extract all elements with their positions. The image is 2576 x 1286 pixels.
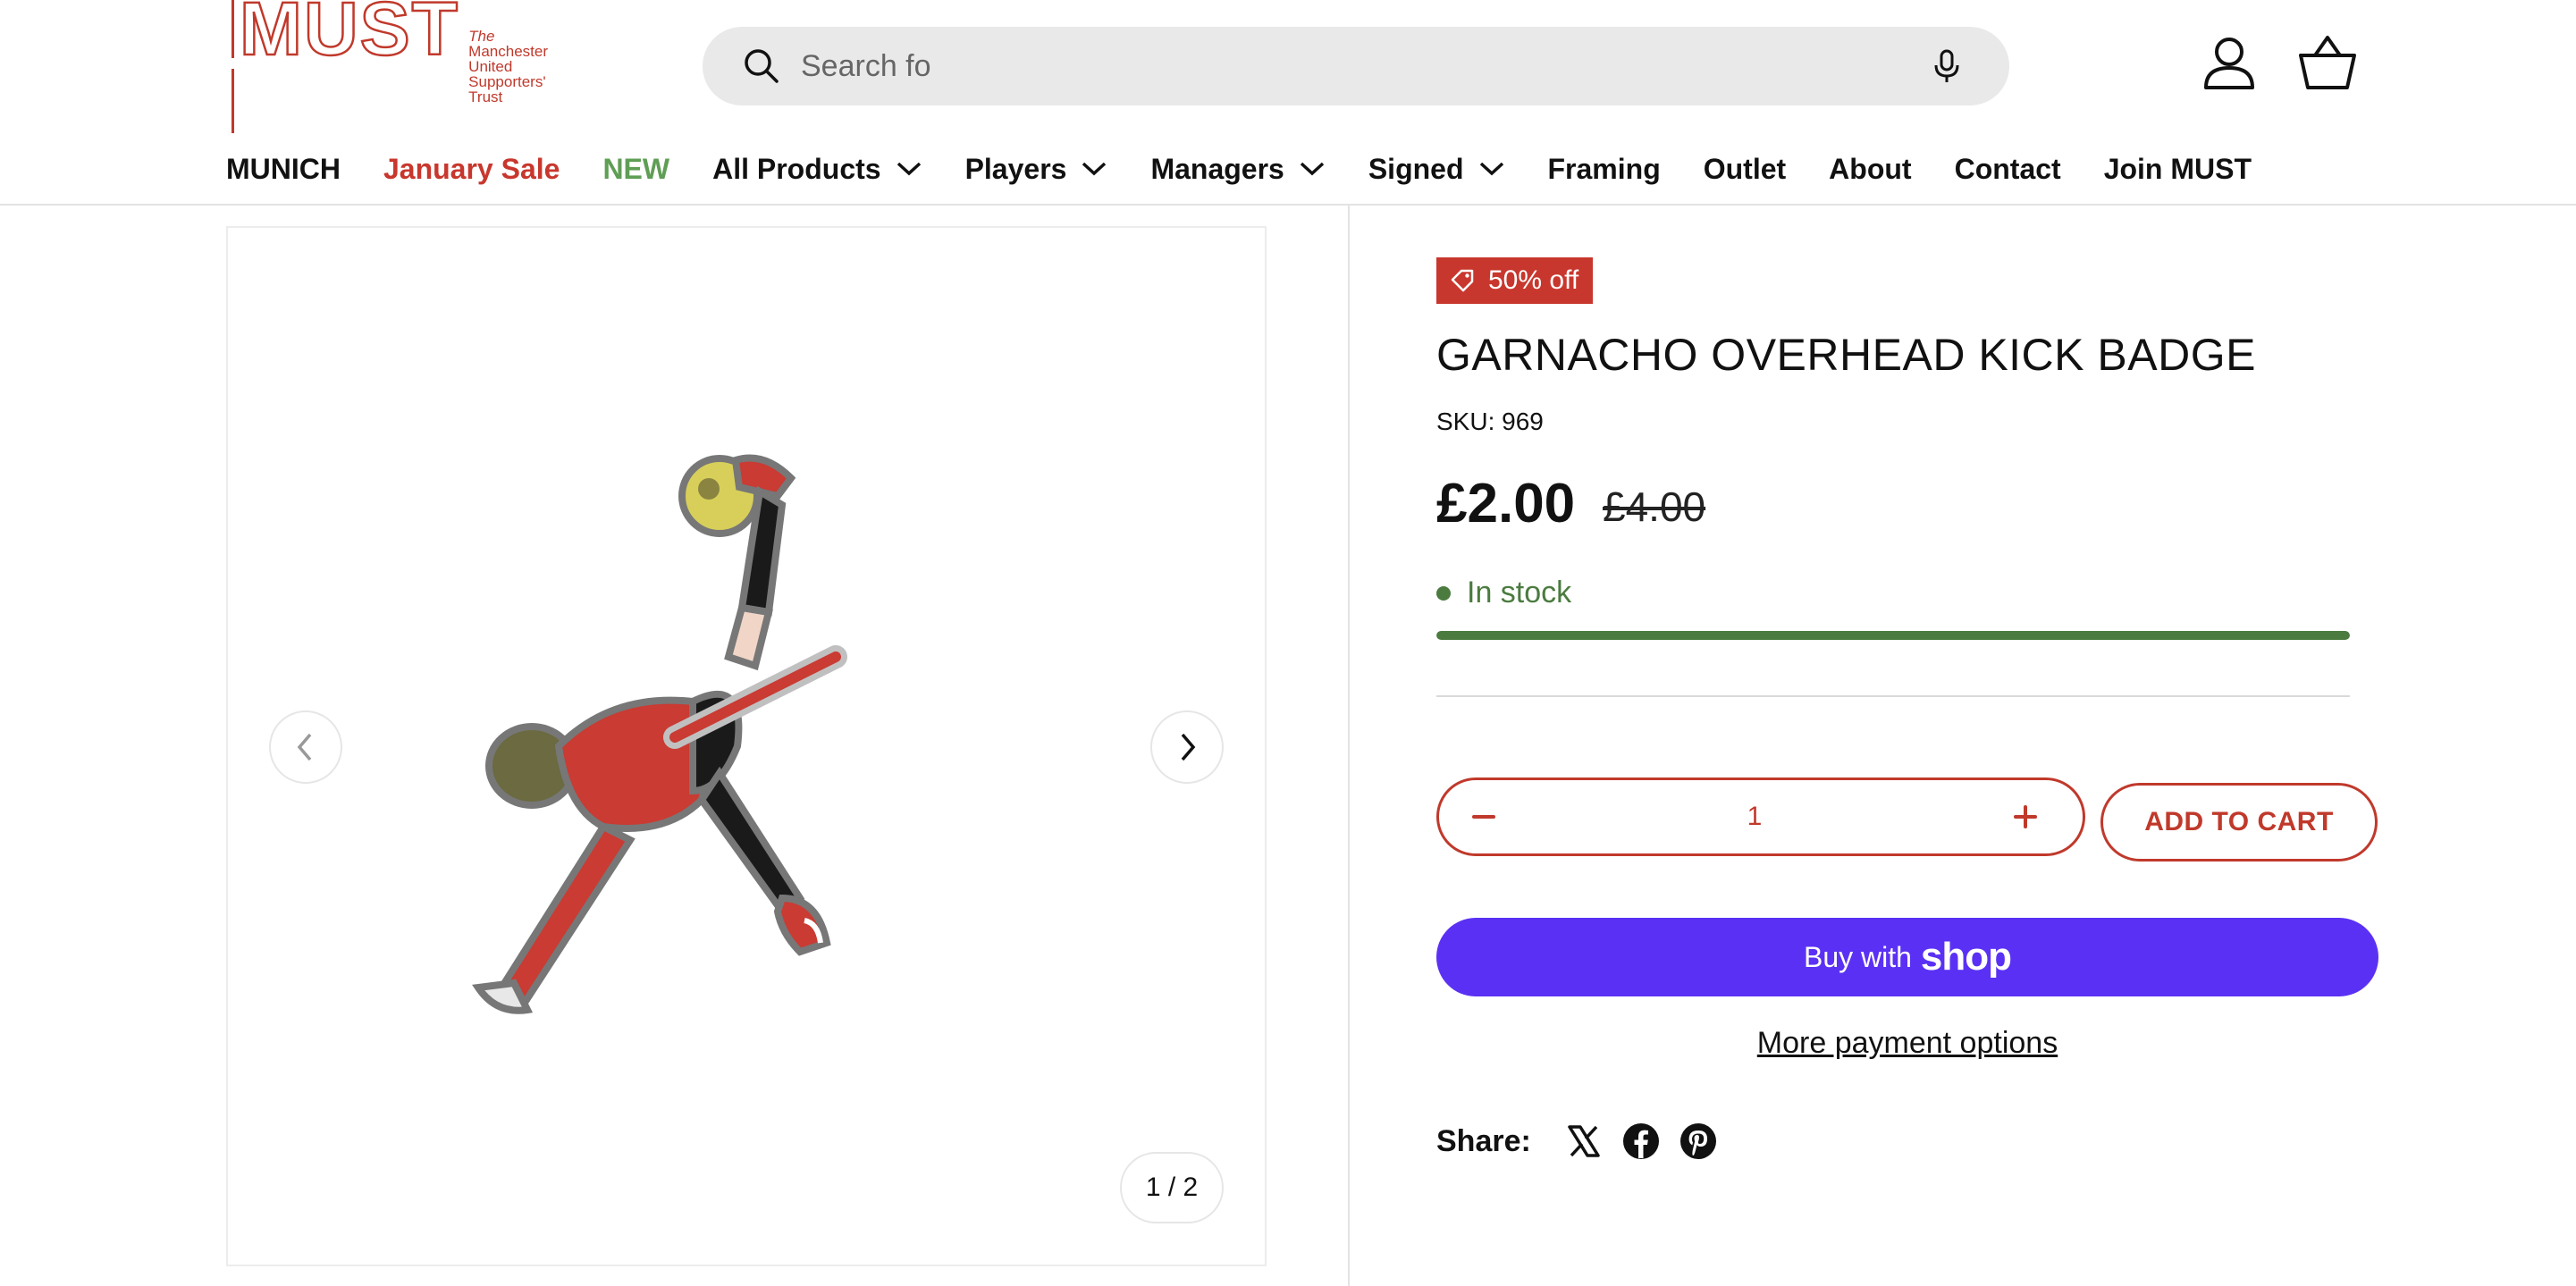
logo-subtitle: The Manchester United Supporters' Trust — [468, 27, 548, 105]
stock-level-fill — [1436, 631, 2350, 640]
account-icon[interactable] — [2199, 32, 2260, 93]
plus-icon — [2014, 805, 2037, 828]
divider — [1436, 695, 2350, 697]
nav-item-contact[interactable]: Contact — [1955, 153, 2061, 186]
more-payment-options-link[interactable]: More payment options — [1436, 1026, 2378, 1061]
chevron-down-icon — [1300, 162, 1325, 176]
shop-pay-button[interactable]: Buy with shop — [1436, 918, 2378, 996]
product-title: GARNACHO OVERHEAD KICK BADGE — [1436, 330, 2256, 380]
nav-item-new[interactable]: NEW — [602, 153, 669, 186]
quantity-stepper: 1 — [1436, 777, 2085, 856]
nav-item-all-products[interactable]: All Products — [712, 153, 922, 186]
minus-icon — [1472, 815, 1495, 819]
share-label: Share: — [1436, 1123, 1531, 1158]
site-header: MUST The Manchester United Supporters' T… — [0, 0, 2576, 206]
chevron-down-icon — [1479, 162, 1503, 176]
add-to-cart-button[interactable]: ADD TO CART — [2100, 783, 2378, 862]
main-nav: MUNICH January Sale NEW All Products Pla… — [226, 147, 2294, 191]
basket-icon[interactable] — [2297, 32, 2358, 93]
stock-level-bar — [1436, 631, 2350, 640]
must-logo[interactable]: MUST The Manchester United Supporters' T… — [226, 0, 548, 133]
search-bar — [703, 27, 2009, 105]
quantity-increase-button[interactable] — [2008, 799, 2043, 835]
nav-item-outlet[interactable]: Outlet — [1704, 153, 1786, 186]
gallery-counter: 1 / 2 — [1120, 1152, 1224, 1223]
microphone-icon[interactable] — [1929, 48, 1965, 84]
chevron-down-icon — [1082, 162, 1107, 176]
facebook-icon[interactable] — [1622, 1122, 1660, 1160]
nav-item-january-sale[interactable]: January Sale — [383, 153, 560, 186]
chevron-right-icon — [1181, 733, 1196, 761]
nav-item-players[interactable]: Players — [965, 153, 1108, 186]
nav-item-framing[interactable]: Framing — [1548, 153, 1661, 186]
nav-item-about[interactable]: About — [1829, 153, 1911, 186]
product-image-garnacho-badge[interactable] — [425, 433, 961, 1041]
product-gallery: 1 / 2 — [226, 226, 1267, 1266]
logo-mark: MUST — [226, 0, 459, 141]
search-input[interactable] — [799, 43, 1890, 89]
chevron-down-icon — [897, 162, 921, 176]
search-icon[interactable] — [742, 46, 781, 86]
compare-at-price: £4.00 — [1603, 483, 1706, 530]
chevron-left-icon — [297, 733, 312, 761]
sale-price: £2.00 — [1436, 473, 1576, 534]
gallery-prev-button[interactable] — [269, 710, 342, 784]
nav-item-signed[interactable]: Signed — [1368, 153, 1505, 186]
pinterest-icon[interactable] — [1679, 1122, 1717, 1160]
sale-badge: 50% off — [1436, 257, 1594, 304]
product-page: MUST The Manchester United Supporters' T… — [0, 0, 2576, 1286]
nav-item-managers[interactable]: Managers — [1150, 153, 1325, 186]
gallery-next-button[interactable] — [1150, 710, 1224, 784]
stock-status: In stock — [1436, 576, 1571, 610]
nav-item-join-must[interactable]: Join MUST — [2104, 153, 2252, 186]
x-twitter-icon[interactable] — [1565, 1122, 1603, 1160]
quantity-decrease-button[interactable] — [1466, 799, 1502, 835]
nav-item-munich[interactable]: MUNICH — [226, 153, 341, 186]
stock-dot-icon — [1436, 585, 1451, 601]
share-row: Share: — [1436, 1122, 1717, 1160]
quantity-input[interactable]: 1 — [1747, 802, 1763, 832]
product-sku: SKU: 969 — [1436, 408, 1544, 435]
price-tag-icon — [1451, 269, 1474, 292]
column-divider — [1348, 206, 1350, 1286]
shop-pay-label: Buy with — [1803, 940, 1912, 973]
shop-logo: shop — [1920, 935, 2012, 979]
